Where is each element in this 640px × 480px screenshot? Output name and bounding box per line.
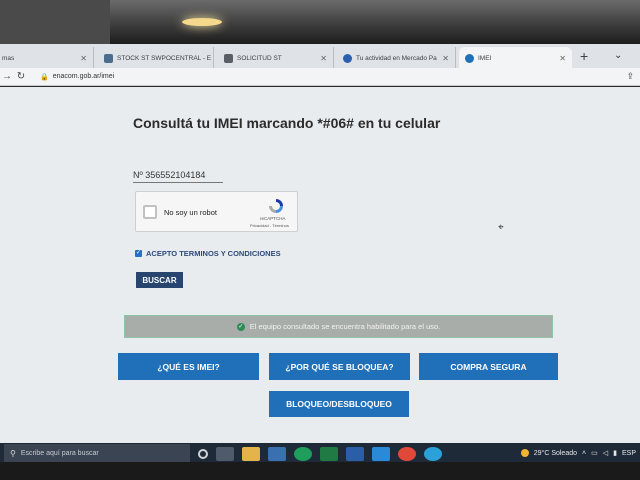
recaptcha-logo-icon (269, 199, 283, 213)
task-view-icon[interactable] (198, 448, 208, 459)
word-icon[interactable] (268, 446, 286, 461)
close-icon[interactable]: ✕ (442, 54, 449, 63)
close-icon[interactable]: ✕ (559, 54, 566, 63)
browser-tab[interactable]: Tu actividad en Mercado Pa ✕ (337, 47, 456, 70)
browser-tab[interactable]: mas ✕ (0, 47, 94, 70)
weather-text[interactable]: 29°C Soleado (534, 450, 577, 457)
lock-icon[interactable]: 🔒 (40, 73, 49, 81)
check-circle-icon: ✓ (236, 322, 245, 331)
reload-icon[interactable]: ↻ (14, 71, 28, 82)
search-button[interactable]: BUSCAR (136, 272, 183, 288)
terms-row: ✓ ACEPTO TERMINOS Y CONDICIONES (135, 249, 281, 258)
recaptcha-label: No soy un robot (164, 208, 217, 217)
tab-label: mas (2, 55, 15, 62)
tab-label: SOLICITUD ST (237, 55, 282, 62)
ceiling-light (182, 18, 222, 26)
recaptcha-privacy-link[interactable]: Privacidad - Términos (250, 223, 289, 228)
clock-app-icon[interactable] (372, 446, 390, 461)
tab-label: STOCK ST SWPOCENTRAL - E (117, 55, 212, 62)
recaptcha-checkbox[interactable] (143, 205, 157, 219)
browser-tab[interactable]: STOCK ST SWPOCENTRAL - E ✕ (98, 47, 214, 70)
browser-tab-bar: mas ✕ STOCK ST SWPOCENTRAL - E ✕ SOLICIT… (0, 44, 640, 70)
whatsapp-icon[interactable] (294, 446, 312, 461)
monitor-bezel (0, 462, 640, 480)
chevron-down-icon[interactable]: ⌄ (614, 50, 622, 61)
new-tab-icon[interactable]: + (580, 48, 588, 64)
search-icon: ⚲ (10, 449, 16, 458)
excel-icon[interactable] (320, 446, 338, 461)
tab-favicon-icon (104, 54, 113, 63)
edge-icon[interactable] (424, 446, 442, 461)
url-field[interactable]: enacom.gob.ar/imei (53, 73, 114, 80)
forward-icon[interactable]: → (0, 71, 14, 82)
tab-favicon-icon (343, 54, 352, 63)
battery-icon[interactable]: ▮ (613, 449, 617, 457)
share-icon[interactable]: ⇪ (626, 71, 634, 82)
teams-icon[interactable] (346, 446, 364, 461)
taskbar-search-placeholder: Escribe aquí para buscar (20, 450, 99, 457)
tab-favicon-icon (224, 54, 233, 63)
weather-sun-icon (520, 449, 529, 457)
tab-label: Tu actividad en Mercado Pa (356, 55, 437, 62)
chevron-up-icon[interactable]: ˄ (582, 450, 586, 457)
close-icon[interactable]: ✕ (80, 54, 87, 63)
network-icon[interactable]: ▭ (591, 449, 598, 457)
recaptcha-widget: No soy un robot reCAPTCHA Privacidad - T… (135, 191, 298, 232)
close-icon[interactable]: ✕ (320, 54, 327, 63)
bloqueo-desbloqueo-button[interactable]: BLOQUEO/DESBLOQUEO (269, 391, 409, 417)
tab-favicon-icon (465, 54, 474, 63)
por-que-se-bloquea-button[interactable]: ¿POR QUÉ SE BLOQUEA? (269, 353, 410, 380)
browser-tab-active[interactable]: IMEI ✕ (459, 47, 572, 70)
recaptcha-brand: reCAPTCHA (260, 216, 286, 221)
taskbar-search[interactable]: ⚲ Escribe aquí para buscar (4, 444, 190, 463)
address-bar: → ↻ 🔒 enacom.gob.ar/imei ⇪ (0, 68, 640, 86)
terms-checkbox[interactable]: ✓ (135, 250, 142, 257)
volume-icon[interactable]: ◁ (603, 449, 608, 457)
file-explorer-icon[interactable] (242, 446, 260, 461)
terms-label[interactable]: ACEPTO TERMINOS Y CONDICIONES (146, 249, 281, 258)
language-indicator[interactable]: ESP (622, 450, 636, 457)
page-content: Consultá tu IMEI marcando *#06# en tu ce… (0, 87, 640, 443)
chrome-icon[interactable] (398, 446, 416, 461)
system-tray: 29°C Soleado ˄ ▭ ◁ ▮ ESP (520, 445, 636, 461)
status-banner: ✓ El equipo consultado se encuentra habi… (124, 315, 553, 338)
imei-input[interactable] (133, 168, 223, 183)
photo-background-wall (0, 0, 110, 44)
mouse-cursor-icon: ⌖ (498, 222, 504, 233)
widgets-icon[interactable] (216, 446, 234, 461)
windows-taskbar: ⚲ Escribe aquí para buscar 29°C Soleado … (0, 443, 640, 464)
status-message: El equipo consultado se encuentra habili… (249, 322, 441, 331)
compra-segura-button[interactable]: COMPRA SEGURA (419, 353, 558, 380)
que-es-imei-button[interactable]: ¿QUÉ ES IMEI? (118, 353, 259, 380)
browser-tab[interactable]: SOLICITUD ST ✕ (218, 47, 334, 70)
tab-label: IMEI (478, 55, 492, 62)
page-title: Consultá tu IMEI marcando *#06# en tu ce… (133, 115, 441, 131)
